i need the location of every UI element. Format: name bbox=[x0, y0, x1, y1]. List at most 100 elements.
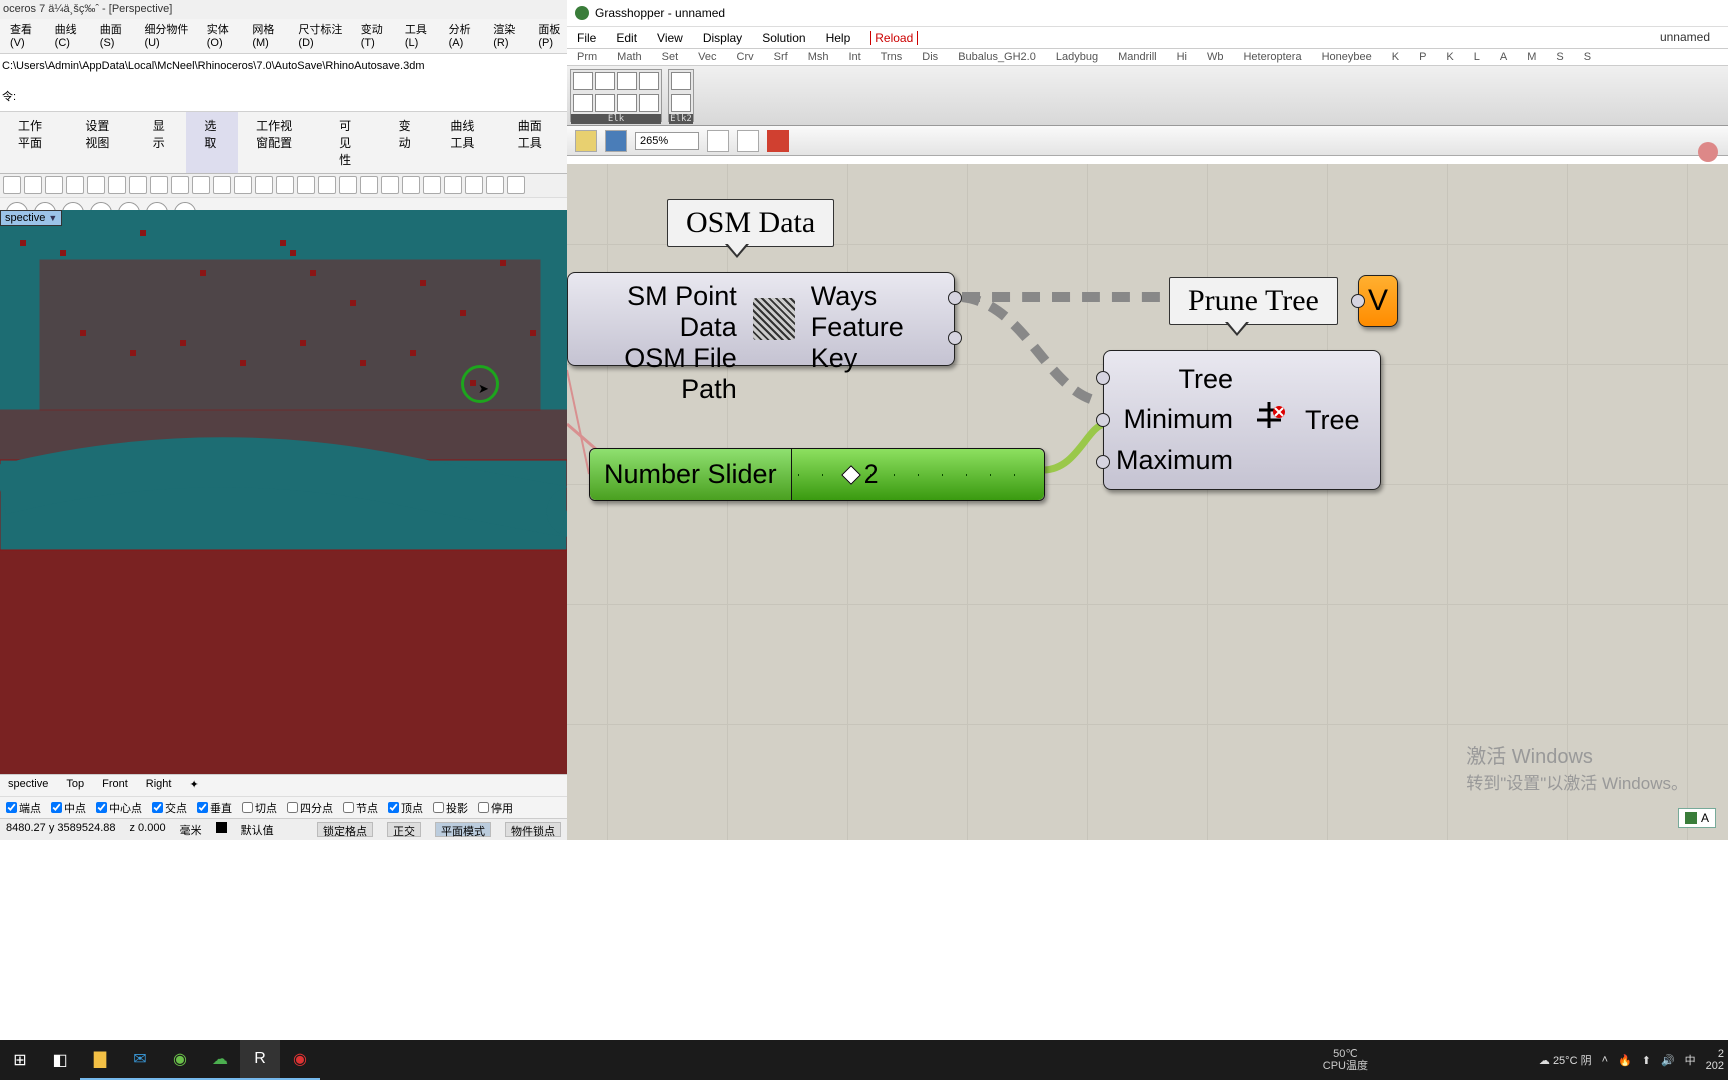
output-param[interactable]: Tree bbox=[1305, 405, 1360, 436]
cat-tab[interactable]: P bbox=[1419, 51, 1426, 63]
cat-tab[interactable]: Vec bbox=[698, 51, 716, 63]
gh-menubar[interactable]: File Edit View Display Solution Help Rel… bbox=[567, 26, 1728, 48]
slider-handle[interactable] bbox=[841, 465, 861, 485]
osnap-check[interactable] bbox=[96, 802, 107, 813]
menu-solution[interactable]: Solution bbox=[762, 31, 805, 45]
gh-canvas[interactable]: OSM Data SM Point Data OSM File Path Way… bbox=[567, 164, 1728, 840]
input-param[interactable]: OSM File Path bbox=[580, 343, 737, 405]
tool-icon[interactable] bbox=[171, 176, 189, 194]
ime-icon[interactable]: 中 bbox=[1685, 1052, 1696, 1068]
menu-item[interactable]: 曲面(S) bbox=[100, 21, 129, 49]
rhino-menubar[interactable]: 查看(V) 曲线(C) 曲面(S) 细分物件(U) 实体(O) 网格(M) 尺寸… bbox=[0, 19, 567, 54]
output-grip[interactable] bbox=[948, 331, 962, 345]
osnap-item[interactable]: 投影 bbox=[433, 800, 468, 815]
input-grip[interactable] bbox=[1096, 371, 1110, 385]
input-param[interactable]: Tree bbox=[1116, 364, 1233, 395]
output-param[interactable]: Ways bbox=[811, 281, 942, 312]
cat-tab[interactable]: L bbox=[1474, 51, 1480, 63]
tab[interactable]: 可见性 bbox=[321, 112, 381, 173]
command-prompt[interactable]: 令: bbox=[2, 88, 565, 104]
command-area[interactable]: C:\Users\Admin\AppData\Local\McNeel\Rhin… bbox=[0, 54, 567, 112]
task-view-icon[interactable]: ◧ bbox=[40, 1040, 80, 1080]
cat-tab[interactable]: Prm bbox=[577, 51, 597, 63]
tray-icon[interactable]: ⬆ bbox=[1642, 1054, 1651, 1067]
tool-icon[interactable] bbox=[465, 176, 483, 194]
osnap-item[interactable]: 端点 bbox=[6, 800, 41, 815]
component-icon[interactable] bbox=[595, 94, 615, 112]
vp-tab[interactable]: Top bbox=[66, 778, 84, 793]
tool-icon[interactable] bbox=[276, 176, 294, 194]
slider-track[interactable]: 2 bbox=[792, 449, 1044, 500]
tool-icon[interactable] bbox=[87, 176, 105, 194]
osnap-check[interactable] bbox=[51, 802, 62, 813]
tool-icon[interactable] bbox=[150, 176, 168, 194]
zoom-select[interactable]: 265% bbox=[635, 132, 699, 150]
number-slider[interactable]: Number Slider 2 bbox=[589, 448, 1045, 501]
tool-icon[interactable] bbox=[213, 176, 231, 194]
tool-icon[interactable] bbox=[507, 176, 525, 194]
component-icon[interactable] bbox=[573, 72, 593, 90]
osnap-item[interactable]: 中心点 bbox=[96, 800, 142, 815]
tool-icon[interactable] bbox=[360, 176, 378, 194]
tool-icon[interactable] bbox=[24, 176, 42, 194]
toolbar-row-1[interactable] bbox=[0, 174, 567, 198]
viewport-perspective[interactable] bbox=[0, 210, 567, 774]
menu-item[interactable]: 查看(V) bbox=[10, 21, 39, 49]
menu-item[interactable]: 分析(A) bbox=[449, 21, 478, 49]
tool-icon[interactable] bbox=[255, 176, 273, 194]
menu-item[interactable]: 工具(L) bbox=[405, 21, 433, 49]
tool-icon[interactable] bbox=[234, 176, 252, 194]
component-panel[interactable]: Elk Elk2 bbox=[567, 66, 1728, 126]
cpu-temp-widget[interactable]: 50℃ CPU温度 bbox=[1323, 1048, 1368, 1072]
tool-icon[interactable] bbox=[444, 176, 462, 194]
cat-tab[interactable]: Math bbox=[617, 51, 641, 63]
osnap-check[interactable] bbox=[433, 802, 444, 813]
weather-widget[interactable]: ☁ 25°C 阴 bbox=[1539, 1052, 1592, 1068]
cat-tab[interactable]: Set bbox=[662, 51, 679, 63]
component-icon[interactable] bbox=[671, 72, 691, 90]
tab-selected[interactable]: 选取 bbox=[186, 112, 238, 173]
menu-file[interactable]: File bbox=[577, 31, 596, 45]
menu-view[interactable]: View bbox=[657, 31, 683, 45]
category-tabs[interactable]: PrmMathSetVecCrvSrfMshIntTrnsDisBubalus_… bbox=[567, 48, 1728, 66]
menu-item[interactable]: 尺寸标注(D) bbox=[298, 21, 344, 49]
clock[interactable]: 2 202 bbox=[1706, 1048, 1724, 1072]
tool-icon[interactable] bbox=[381, 176, 399, 194]
cat-tab[interactable]: Mandrill bbox=[1118, 51, 1157, 63]
menu-item[interactable]: 变动(T) bbox=[361, 21, 389, 49]
music-icon[interactable]: ◉ bbox=[280, 1040, 320, 1080]
tab[interactable]: 显示 bbox=[135, 112, 187, 173]
tool-icon[interactable] bbox=[297, 176, 315, 194]
tab[interactable]: 变动 bbox=[381, 112, 433, 173]
cat-tab[interactable]: Heteroptera bbox=[1243, 51, 1301, 63]
cat-tab[interactable]: M bbox=[1527, 51, 1536, 63]
tool-icon[interactable] bbox=[45, 176, 63, 194]
output-param[interactable]: Feature Key bbox=[811, 312, 942, 374]
input-param[interactable]: Maximum bbox=[1116, 445, 1233, 476]
scribble-osm[interactable]: OSM Data bbox=[667, 199, 834, 247]
browser-icon[interactable]: ◉ bbox=[160, 1040, 200, 1080]
scribble-prune[interactable]: Prune Tree bbox=[1169, 277, 1338, 325]
menu-item[interactable]: 曲线(C) bbox=[55, 21, 84, 49]
menu-display[interactable]: Display bbox=[703, 31, 742, 45]
input-param[interactable]: SM Point Data bbox=[580, 281, 737, 343]
tool-icon[interactable] bbox=[129, 176, 147, 194]
panel-group-label[interactable]: Elk bbox=[571, 114, 661, 124]
save-icon[interactable] bbox=[605, 130, 627, 152]
volume-icon[interactable]: 🔊 bbox=[1661, 1054, 1675, 1067]
sketch-icon[interactable] bbox=[767, 130, 789, 152]
vp-tab[interactable]: Front bbox=[102, 778, 128, 793]
cat-tab[interactable]: S bbox=[1584, 51, 1591, 63]
osnap-check[interactable] bbox=[343, 802, 354, 813]
cat-tab[interactable]: Crv bbox=[737, 51, 754, 63]
input-grip[interactable] bbox=[1096, 455, 1110, 469]
cat-tab[interactable]: K bbox=[1392, 51, 1399, 63]
cat-tab[interactable]: Ladybug bbox=[1056, 51, 1098, 63]
cat-tab[interactable]: Dis bbox=[922, 51, 938, 63]
viewport-tabs[interactable]: spective Top Front Right ✦ bbox=[0, 774, 567, 796]
osnap-check[interactable] bbox=[287, 802, 298, 813]
dropdown-icon[interactable]: ▼ bbox=[48, 213, 57, 223]
status-button-active[interactable]: 平面模式 bbox=[435, 822, 491, 837]
component-icon[interactable] bbox=[639, 72, 659, 90]
reload-button[interactable]: Reload bbox=[870, 31, 918, 45]
